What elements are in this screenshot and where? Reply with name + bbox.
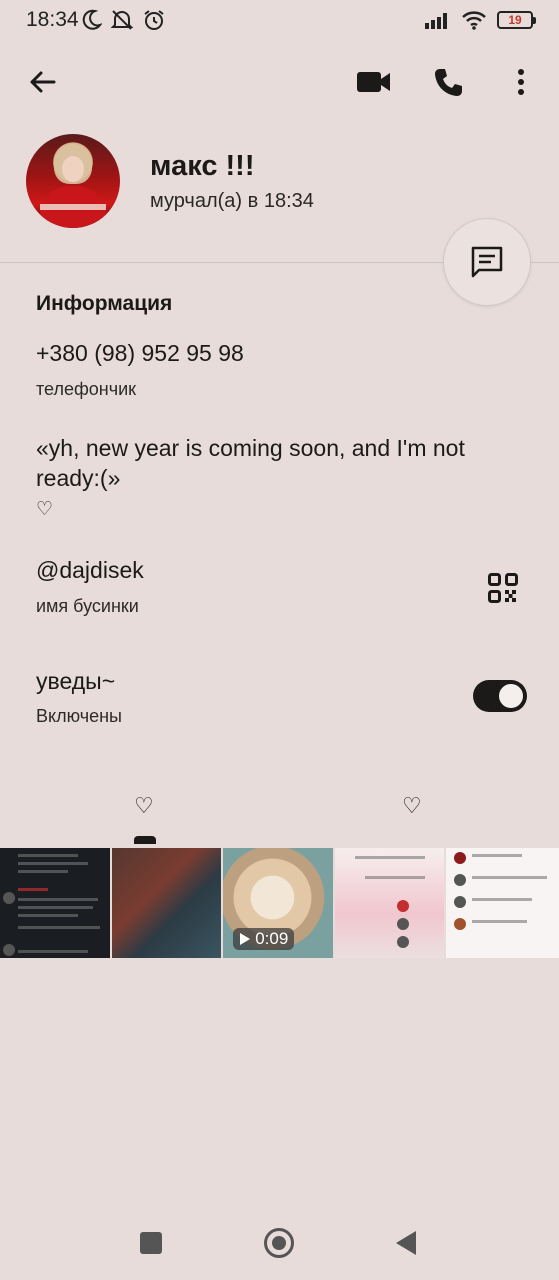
phone-label: телефончик bbox=[36, 379, 137, 399]
thumb-line bbox=[354, 856, 425, 859]
toggle-knob bbox=[497, 682, 525, 710]
thumb-line bbox=[18, 870, 68, 873]
message-fab[interactable] bbox=[443, 218, 531, 306]
media-grid: 0:09 bbox=[0, 848, 559, 958]
thumb-line bbox=[18, 862, 88, 865]
avatar[interactable] bbox=[26, 134, 120, 228]
tab-media[interactable]: ♡ bbox=[134, 793, 154, 819]
video-duration: 0:09 bbox=[255, 929, 289, 948]
thumb-avatar bbox=[454, 896, 467, 908]
media-thumbnail-video[interactable]: 0:09 bbox=[223, 848, 333, 958]
thumb-line bbox=[18, 926, 100, 929]
phone-number[interactable]: +380 (98) 952 95 98 bbox=[36, 340, 244, 367]
notifications-state: Включены bbox=[36, 706, 122, 726]
back-button[interactable] bbox=[22, 62, 62, 102]
bio-label: ♡ bbox=[36, 499, 54, 520]
more-vert-icon bbox=[518, 69, 524, 95]
tab-indicator bbox=[134, 836, 156, 844]
status-icons-right: 19 bbox=[425, 10, 536, 30]
username[interactable]: @dajdisek bbox=[36, 557, 144, 584]
voice-call-button[interactable] bbox=[428, 62, 468, 102]
thumb-line bbox=[18, 898, 98, 901]
home-button[interactable] bbox=[264, 1228, 294, 1258]
video-call-icon bbox=[357, 72, 390, 92]
play-icon bbox=[240, 933, 251, 945]
tab-other[interactable]: ♡ bbox=[402, 793, 422, 819]
video-duration-badge: 0:09 bbox=[233, 928, 295, 950]
more-options-button[interactable] bbox=[506, 62, 536, 102]
profile-status: мурчал(а) в 18:34 bbox=[150, 190, 314, 212]
profile-name: макс !!! bbox=[150, 150, 255, 182]
signal-icon bbox=[425, 13, 447, 29]
media-thumbnail[interactable] bbox=[111, 848, 222, 958]
qr-code-icon bbox=[488, 573, 518, 603]
thumb-avatar bbox=[396, 918, 409, 930]
info-section-title: Информация bbox=[36, 292, 173, 315]
thumb-avatar bbox=[454, 852, 467, 864]
bell-off-icon bbox=[110, 10, 134, 30]
message-icon bbox=[471, 246, 503, 278]
thumb-avatar bbox=[396, 936, 409, 948]
username-label: имя бусинки bbox=[36, 596, 139, 616]
thumb-line bbox=[18, 950, 88, 953]
battery-icon: 19 bbox=[497, 11, 536, 29]
thumb-line bbox=[472, 876, 548, 879]
thumb-avatar bbox=[396, 900, 409, 912]
video-call-button[interactable] bbox=[352, 62, 396, 102]
thumb-avatar bbox=[454, 918, 467, 930]
back-arrow-icon bbox=[30, 71, 56, 93]
thumb-line bbox=[472, 854, 523, 857]
thumb-line bbox=[18, 906, 93, 909]
thumb-avatar bbox=[3, 892, 15, 904]
thumb-line bbox=[472, 898, 533, 901]
moon-icon bbox=[82, 9, 102, 30]
thumb-line bbox=[472, 920, 528, 923]
thumb-avatar bbox=[3, 944, 15, 956]
media-thumbnail[interactable] bbox=[0, 848, 110, 958]
phone-icon bbox=[435, 69, 462, 96]
thumb-line bbox=[18, 854, 78, 857]
notifications-toggle[interactable] bbox=[473, 680, 527, 712]
system-back-button[interactable] bbox=[396, 1231, 416, 1255]
recents-button[interactable] bbox=[140, 1232, 162, 1254]
notifications-title[interactable]: уведы~ bbox=[36, 668, 115, 695]
thumb-line bbox=[18, 888, 48, 891]
media-thumbnail[interactable] bbox=[334, 848, 445, 958]
media-thumbnail[interactable] bbox=[446, 848, 559, 958]
alarm-icon bbox=[144, 10, 164, 30]
status-icons-left bbox=[82, 9, 166, 31]
avatar-stripe bbox=[40, 204, 106, 210]
wifi-icon bbox=[462, 11, 486, 30]
bio-text[interactable]: «yh, new year is coming soon, and I'm no… bbox=[36, 433, 516, 493]
thumb-line bbox=[364, 876, 425, 879]
avatar-face bbox=[62, 156, 84, 182]
thumb-avatar bbox=[454, 874, 467, 886]
status-time: 18:34 bbox=[26, 8, 79, 31]
thumb-line bbox=[18, 914, 78, 917]
qr-code-button[interactable] bbox=[484, 570, 522, 606]
